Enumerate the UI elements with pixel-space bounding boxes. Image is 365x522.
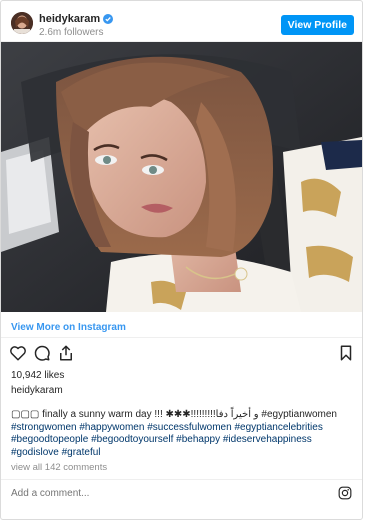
post-caption: ▢▢▢ finally a sunny warm day !!! ✱✱✱!!!!… bbox=[11, 409, 351, 459]
bookmark-icon[interactable] bbox=[337, 344, 355, 362]
instagram-icon[interactable] bbox=[338, 486, 352, 500]
comment-icon[interactable] bbox=[33, 344, 51, 362]
followers-count: 2.6m followers bbox=[39, 27, 104, 38]
caption-hashtags[interactable]: #strongwomen #happywomen #successfulwome… bbox=[11, 422, 323, 458]
avatar[interactable] bbox=[11, 12, 33, 34]
divider bbox=[1, 337, 362, 338]
comment-bar bbox=[1, 479, 362, 508]
post-photo[interactable] bbox=[1, 42, 362, 312]
poster-username[interactable]: heidykaram bbox=[11, 385, 63, 396]
view-profile-button[interactable]: View Profile bbox=[280, 15, 354, 35]
instagram-embed-card: heidykaram 2.6m followers View Profile V… bbox=[0, 0, 363, 520]
post-header: heidykaram 2.6m followers View Profile bbox=[1, 1, 362, 41]
heart-icon[interactable] bbox=[9, 344, 27, 362]
likes-count[interactable]: 10,942 likes bbox=[11, 370, 64, 381]
view-all-comments-link[interactable]: view all 142 comments bbox=[11, 462, 107, 473]
username[interactable]: heidykaram bbox=[39, 13, 100, 25]
username-link[interactable]: heidykaram bbox=[39, 13, 114, 25]
caption-text: ▢▢▢ finally a sunny warm day !!! ✱✱✱!!!!… bbox=[11, 409, 337, 420]
share-icon[interactable] bbox=[57, 344, 75, 362]
verified-badge-icon bbox=[103, 14, 114, 24]
avatar-image bbox=[11, 12, 33, 34]
comment-input[interactable] bbox=[11, 488, 311, 499]
view-more-link[interactable]: View More on Instagram bbox=[11, 322, 126, 333]
post-photo-image bbox=[1, 42, 362, 312]
